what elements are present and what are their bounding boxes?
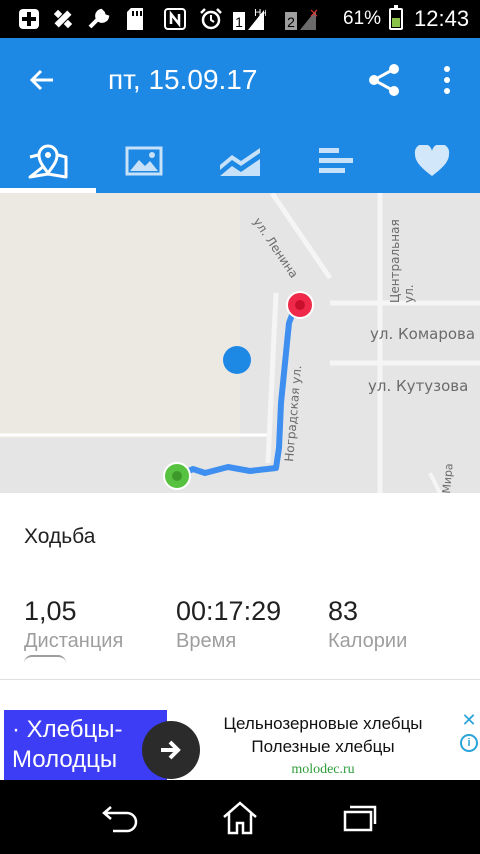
system-nav-bar <box>0 780 480 854</box>
sim-signal-icon: 2 × <box>284 6 320 32</box>
arrow-left-icon <box>29 69 53 91</box>
tab-heart-rate[interactable] <box>384 128 480 193</box>
nav-recents-button[interactable] <box>330 798 390 838</box>
info-icon[interactable]: i <box>460 734 478 752</box>
close-icon[interactable]: ✕ <box>458 710 480 732</box>
tab-bar <box>0 128 480 193</box>
battery-percent: 61% <box>343 8 382 29</box>
divider <box>0 679 480 680</box>
distance-value: 1,05 <box>24 596 77 626</box>
ad-banner[interactable]: · Хлебцы- Молодцы Цельнозерновые хлебцы … <box>0 708 480 780</box>
alarm-clock-icon <box>198 6 224 32</box>
route-map[interactable]: ул. Ленина Центральная ул. ул. Комарова … <box>0 193 480 493</box>
image-icon <box>125 146 163 175</box>
map-pin-icon <box>28 144 68 178</box>
svg-text:H+: H+ <box>254 8 266 19</box>
more-vertical-icon <box>444 66 450 72</box>
recents-icon <box>343 805 377 832</box>
app-bar: пт, 15.09.17 <box>0 38 480 193</box>
nav-back-button[interactable] <box>90 798 150 838</box>
time-value: 00:17:29 <box>176 596 282 626</box>
satellite-icon <box>50 6 76 32</box>
back-icon <box>102 806 138 833</box>
street-label: Мира <box>440 462 456 493</box>
street-label: Центральная ул. <box>388 219 416 303</box>
distance-label: Дистанция <box>24 630 124 652</box>
calories-value: 83 <box>328 596 359 626</box>
heart-icon <box>414 144 450 176</box>
time-label: Время <box>176 630 237 652</box>
tab-laps[interactable] <box>288 128 384 193</box>
unit-badge <box>24 655 66 663</box>
share-icon <box>369 64 399 96</box>
nav-home-button[interactable] <box>210 798 270 838</box>
arrow-right-icon <box>161 740 181 760</box>
calories-label: Калории <box>328 630 408 652</box>
home-icon <box>223 801 257 835</box>
sd-card-icon <box>122 6 148 32</box>
battery-icon <box>389 5 403 30</box>
svg-text:×: × <box>309 6 319 20</box>
ad-headline: Цельнозерновые хлебцы <box>223 714 423 733</box>
tab-photos[interactable] <box>96 128 192 193</box>
ad-text[interactable]: Цельнозерновые хлебцы Полезные хлебцы mo… <box>200 712 446 781</box>
ad-url: molodec.ru <box>291 762 355 777</box>
svg-text:2: 2 <box>287 14 295 30</box>
svg-text:1: 1 <box>235 14 243 30</box>
page-title: пт, 15.09.17 <box>108 64 258 95</box>
ad-open-button[interactable] <box>142 721 200 779</box>
ad-subline: Полезные хлебцы <box>251 737 395 756</box>
area-chart-icon <box>220 147 260 176</box>
clock: 12:43 <box>414 6 470 31</box>
bars-icon <box>319 147 353 173</box>
street-label: ул. Кутузова <box>368 377 469 395</box>
current-position-marker <box>223 346 251 374</box>
share-button[interactable] <box>364 60 404 100</box>
sim-signal-icon: 1 H+ <box>232 6 266 32</box>
more-options-button[interactable] <box>432 60 462 100</box>
workout-summary: Ходьба 1,05 Дистанция 00:17:29 Время 83 … <box>0 493 480 708</box>
street-label: ул. Комарова <box>370 325 476 343</box>
plus-box-icon <box>16 6 42 32</box>
back-button[interactable] <box>22 58 62 102</box>
tab-map[interactable] <box>0 128 96 193</box>
activity-type: Ходьба <box>24 525 96 548</box>
tab-charts[interactable] <box>192 128 288 193</box>
status-bar: 1 H+ 2 × 61% 12:43 <box>0 0 480 38</box>
nfc-icon <box>162 6 188 32</box>
wrench-icon <box>86 6 112 32</box>
